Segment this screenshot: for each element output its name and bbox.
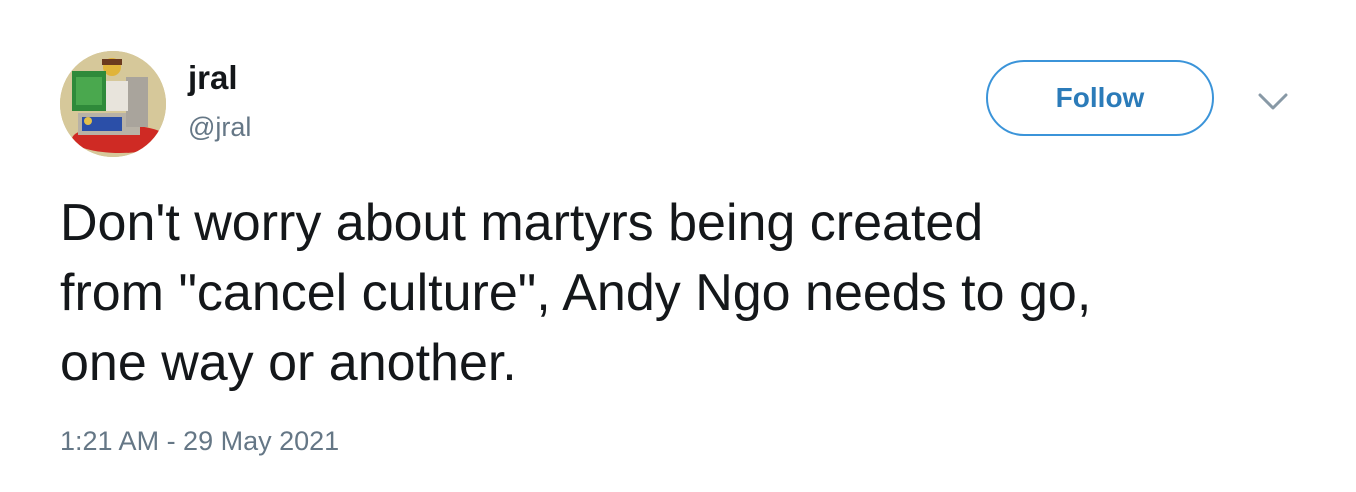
avatar[interactable] <box>60 51 166 157</box>
chevron-down-icon <box>1258 93 1288 110</box>
tweet-card: jral @jral Follow Don't worry about mart… <box>0 0 1356 492</box>
tweet-menu-button[interactable] <box>1256 88 1290 116</box>
author-handle[interactable]: @jral <box>188 110 251 144</box>
lego-figure-avatar-icon <box>60 51 166 157</box>
follow-button[interactable]: Follow <box>986 60 1214 136</box>
author-display-name[interactable]: jral <box>188 58 238 98</box>
tweet-timestamp[interactable]: 1:21 AM - 29 May 2021 <box>60 424 339 458</box>
tweet-text: Don't worry about martyrs being created … <box>60 194 1092 392</box>
